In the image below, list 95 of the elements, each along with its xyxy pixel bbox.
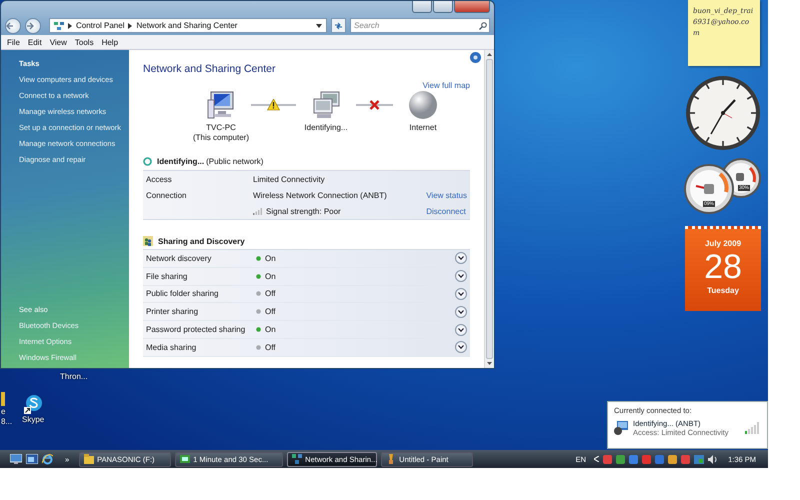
skype-icon (24, 394, 42, 414)
search-icon[interactable] (479, 22, 487, 30)
back-button[interactable] (5, 18, 21, 34)
setting-status: On (265, 272, 276, 281)
close-button[interactable] (454, 1, 490, 13)
folder-icon (84, 454, 94, 464)
breadcrumb-item[interactable]: Network and Sharing Center (136, 21, 238, 30)
chevron-down-icon (458, 256, 464, 260)
expand-button[interactable] (455, 270, 467, 282)
network-icon (292, 454, 302, 464)
signal-bars-icon (745, 422, 761, 434)
view-full-map-link[interactable]: View full map (422, 81, 470, 90)
network-computers-icon (311, 90, 341, 120)
scroll-thumb[interactable] (486, 59, 493, 359)
globe-icon (408, 90, 438, 120)
dropdown-arrow-icon[interactable] (316, 24, 322, 28)
chevron-left-icon[interactable] (594, 456, 600, 462)
expand-button[interactable] (455, 341, 467, 354)
chevron-down-icon (458, 274, 464, 278)
desktop-icon-label: Thron... (60, 372, 88, 381)
menu-item[interactable]: Help (102, 38, 118, 46)
menu-item[interactable]: Tools (74, 38, 94, 46)
refresh-button[interactable] (331, 18, 346, 33)
setting-label: Public folder sharing (146, 289, 220, 298)
setting-status: On (265, 325, 276, 334)
computer-icon (206, 90, 236, 120)
setting-label: Printer sharing (146, 307, 200, 316)
chevron-down-icon (458, 310, 464, 314)
detail-value: Signal strength: Poor (266, 206, 341, 216)
expand-button[interactable] (455, 252, 467, 264)
window-icon[interactable] (26, 454, 38, 464)
arrow-left-icon (6, 22, 14, 30)
desktop-icon-label: e (1, 407, 6, 416)
chevron-down-icon (458, 328, 464, 332)
setting-label: Network discovery (146, 254, 212, 263)
menu-item[interactable]: View (50, 38, 67, 46)
node-label: TVC-PC (206, 123, 236, 133)
menu-item[interactable]: File (7, 38, 20, 46)
setting-label: File sharing (146, 272, 188, 281)
desktop-icon-label: Skype (22, 415, 44, 424)
node-label: Internet (409, 123, 437, 133)
setting-status: Off (265, 307, 276, 316)
node-label: Identifying... (304, 123, 348, 133)
setting-label: Password protected sharing (146, 325, 246, 334)
breadcrumb-item[interactable]: Control Panel (76, 21, 124, 30)
detail-link[interactable]: View status (426, 190, 470, 200)
scroll-up-icon[interactable] (487, 53, 492, 56)
browser-e-icon[interactable] (42, 454, 53, 464)
detail-label: Access (146, 174, 172, 184)
network-name: Identifying... (157, 157, 204, 166)
help-icon[interactable] (470, 52, 481, 63)
network-status-icon[interactable] (694, 454, 704, 464)
chevron-right-icon (68, 22, 72, 28)
forward-button[interactable] (25, 18, 41, 34)
maximize-button[interactable] (433, 1, 453, 13)
signal-bars-icon (253, 207, 263, 215)
identifying-ring-icon (143, 157, 152, 166)
address-bar[interactable]: Control Panel Network and Sharing Center (49, 18, 327, 33)
minimize-button[interactable] (412, 1, 432, 13)
expand-button[interactable] (455, 306, 467, 318)
chevron-down-icon (458, 345, 464, 350)
network-computer-icon (614, 421, 628, 435)
search-field[interactable]: Search (350, 18, 490, 33)
network-icon (54, 20, 64, 30)
broken-connection-drawing (356, 99, 393, 111)
setting-status: Off (265, 342, 276, 352)
page-title: Network and Sharing Center (143, 63, 276, 75)
node-label: (This computer) (192, 133, 249, 143)
speaker-icon[interactable] (708, 454, 718, 464)
scroll-down-icon[interactable] (487, 362, 492, 365)
menu-item[interactable]: Edit (28, 38, 42, 46)
sharing-people-icon (143, 236, 153, 246)
shortcut-icon (1, 392, 5, 406)
chevron-down-icon (458, 292, 464, 296)
arrow-right-icon (26, 22, 34, 30)
detail-link[interactable]: Disconnect (426, 206, 469, 216)
detail-value: Limited Connectivity (253, 174, 325, 184)
expand-button[interactable] (455, 288, 467, 300)
network-type: (Public network) (206, 157, 264, 166)
setting-label: Media sharing (146, 342, 198, 352)
expand-button[interactable] (455, 324, 467, 336)
section-heading: Sharing and Discovery (158, 236, 245, 246)
refresh-icon (334, 22, 343, 30)
detail-value: Wireless Network Connection (ANBT) (253, 190, 387, 200)
calendar-day: 28 (704, 248, 742, 286)
chevron-right-icon (128, 22, 132, 28)
warning-connection-drawing (251, 99, 296, 111)
detail-label: Connection (146, 190, 186, 200)
setting-status: Off (265, 289, 276, 298)
calendar-month: July 2009 (704, 239, 742, 248)
calendar-weekday: Tuesday (707, 286, 739, 295)
media-icon (180, 454, 190, 464)
monitor-icon[interactable] (10, 454, 22, 464)
setting-status: On (265, 254, 276, 263)
desktop-icon-label: 8... (1, 417, 12, 426)
